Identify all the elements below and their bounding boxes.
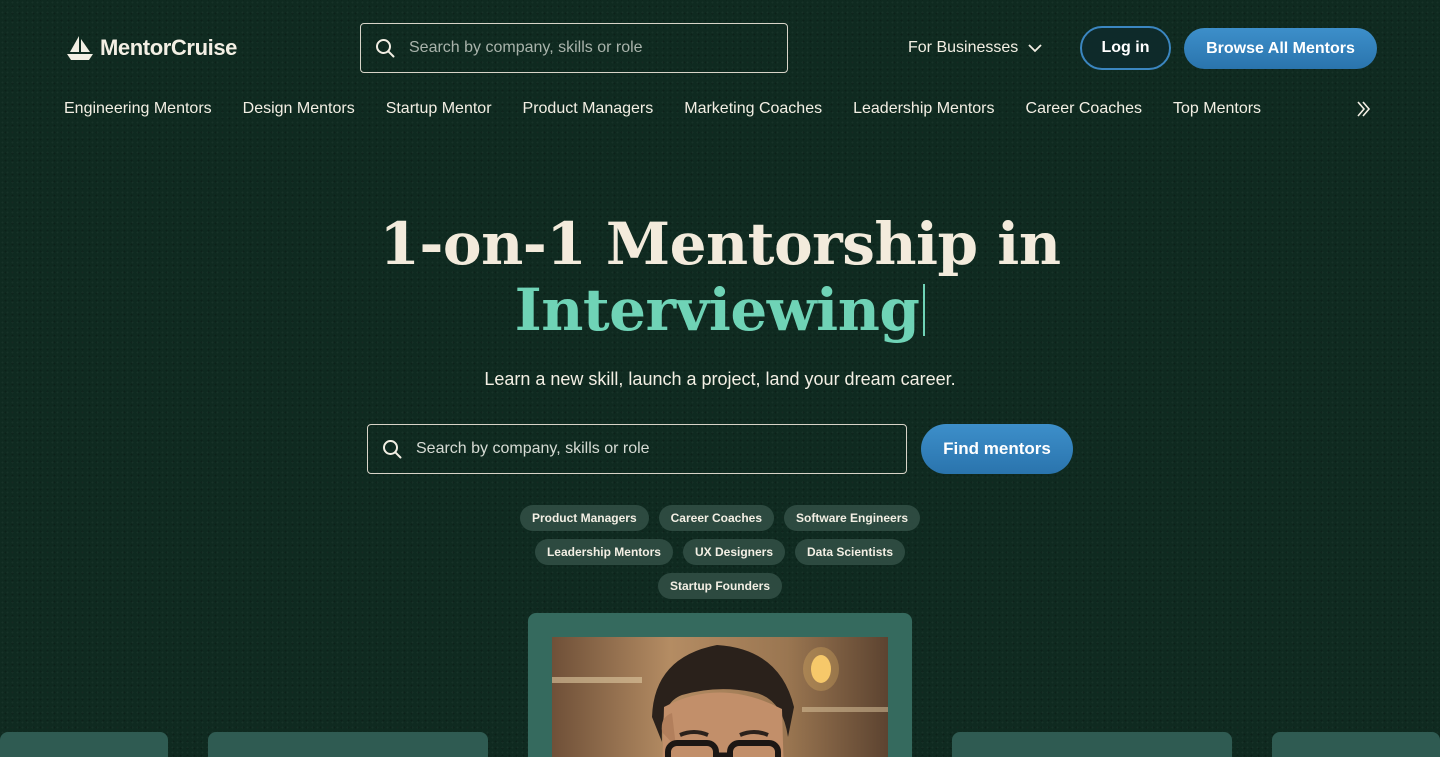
chip-software-engineers[interactable]: Software Engineers (784, 505, 921, 531)
nav-item-startup-mentor[interactable]: Startup Mentor (386, 100, 492, 118)
chip-career-coaches[interactable]: Career Coaches (658, 505, 775, 531)
chip-leadership-mentors[interactable]: Leadership Mentors (534, 539, 673, 565)
hero-title-rotating-word: Interviewing (514, 276, 920, 344)
mentor-card[interactable] (0, 732, 168, 757)
sailboat-icon (67, 36, 93, 60)
nav-item-engineering-mentors[interactable]: Engineering Mentors (64, 100, 212, 118)
nav-item-career-coaches[interactable]: Career Coaches (1026, 100, 1143, 118)
mentor-card[interactable] (208, 732, 488, 757)
search-icon (376, 39, 395, 58)
browse-all-mentors-button[interactable]: Browse All Mentors (1184, 28, 1377, 69)
chevron-down-icon (1028, 44, 1042, 53)
featured-mentor-card[interactable] (528, 613, 912, 757)
nav-more-button[interactable] (1352, 98, 1374, 120)
hero-title-line2-wrap: Interviewing (0, 276, 1440, 344)
header-search-input[interactable] (409, 39, 787, 57)
search-icon (383, 440, 402, 459)
site-header: MentorCruise For Businesses Log in Brows… (0, 0, 1440, 96)
popular-categories-chips: Product Managers Career Coaches Software… (500, 505, 940, 599)
hero-title-line1: 1-on-1 Mentorship in (379, 210, 1061, 278)
chip-ux-designers[interactable]: UX Designers (682, 539, 785, 565)
hero-search-box[interactable] (367, 424, 907, 474)
mentor-card[interactable] (952, 732, 1232, 757)
chip-product-managers[interactable]: Product Managers (519, 505, 649, 531)
nav-item-top-mentors[interactable]: Top Mentors (1173, 100, 1261, 118)
nav-item-product-managers[interactable]: Product Managers (523, 100, 654, 118)
for-businesses-label: For Businesses (908, 39, 1019, 56)
find-mentors-button[interactable]: Find mentors (921, 424, 1073, 474)
hero-title: 1-on-1 Mentorship in Interviewing (0, 210, 1440, 344)
hero-search-input[interactable] (416, 440, 906, 458)
nav-item-design-mentors[interactable]: Design Mentors (243, 100, 355, 118)
mentor-card[interactable] (1272, 732, 1440, 757)
mentor-photo (552, 637, 888, 757)
mentor-portrait-image (552, 637, 888, 757)
chip-startup-founders[interactable]: Startup Founders (657, 573, 782, 599)
nav-item-marketing-coaches[interactable]: Marketing Coaches (684, 100, 822, 118)
typing-caret (923, 284, 926, 336)
chip-data-scientists[interactable]: Data Scientists (795, 539, 906, 565)
hero-subtitle: Learn a new skill, launch a project, lan… (484, 369, 956, 389)
logo-text: MentorCruise (100, 35, 237, 60)
nav-item-leadership-mentors[interactable]: Leadership Mentors (853, 100, 994, 118)
header-search-box[interactable] (360, 23, 788, 73)
category-nav: Engineering Mentors Design Mentors Start… (64, 98, 1292, 120)
for-businesses-dropdown[interactable]: For Businesses (908, 36, 1042, 60)
login-button[interactable]: Log in (1080, 26, 1171, 70)
double-chevron-right-icon (1357, 101, 1371, 117)
logo[interactable]: MentorCruise (64, 34, 237, 62)
